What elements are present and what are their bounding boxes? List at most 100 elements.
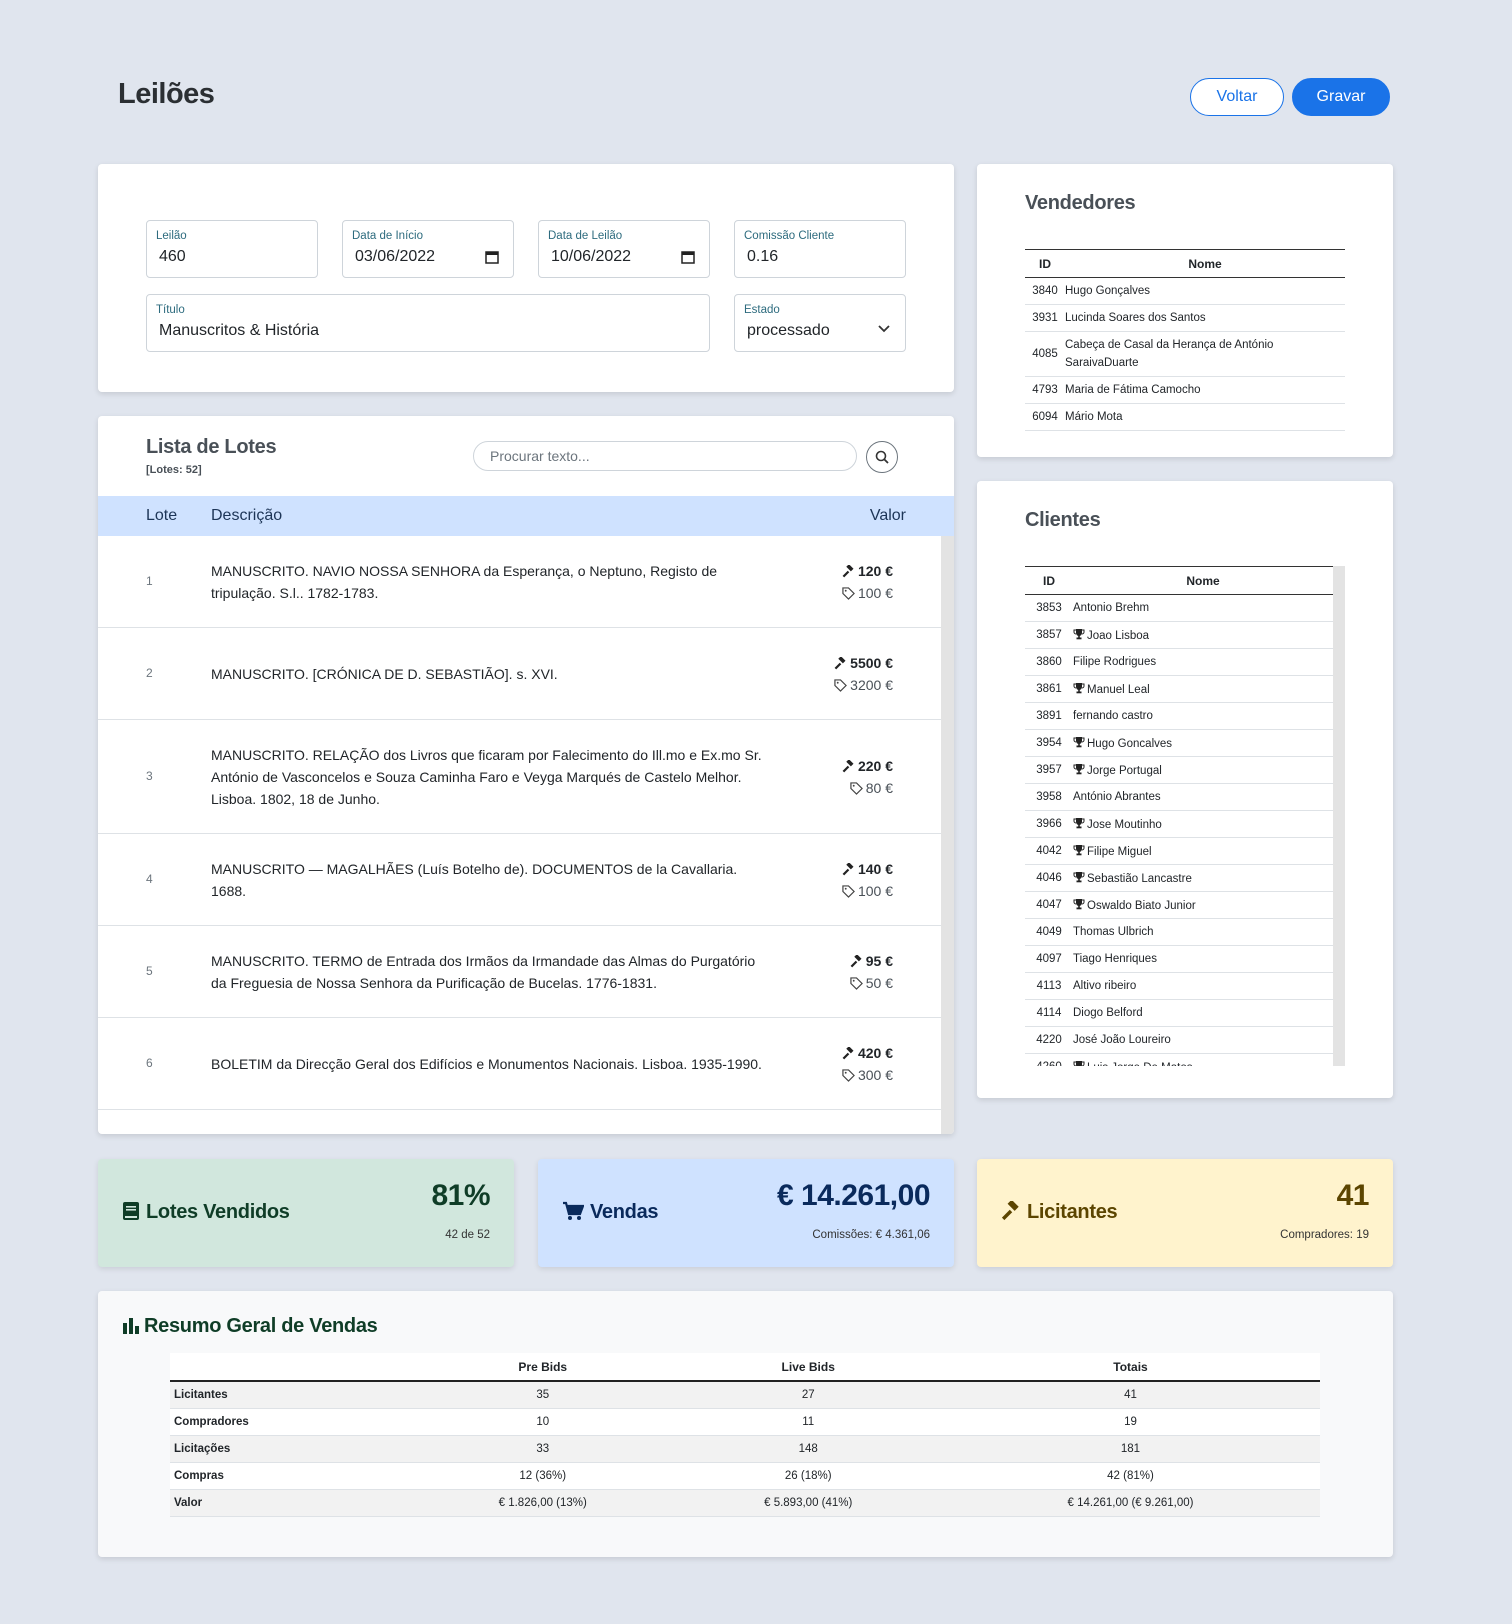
table-row[interactable]: 3853 Antonio Brehm xyxy=(1025,594,1333,622)
comissao-input[interactable] xyxy=(747,248,893,266)
lote-number: 6 xyxy=(146,1056,153,1070)
cliente-id: 4097 xyxy=(1025,945,1073,973)
stat-subtext: Compradores: 19 xyxy=(1280,1229,1369,1241)
cell-total: € 14.261,00 (€ 9.261,00) xyxy=(940,1489,1320,1517)
cliente-nome-cell: Tiago Henriques xyxy=(1073,945,1333,973)
tag-icon xyxy=(842,885,855,898)
data-leilao-field[interactable]: Data de Leilão 10/06/2022 xyxy=(538,220,710,278)
table-row[interactable]: 4113 Altivo ribeiro xyxy=(1025,972,1333,1000)
cliente-id: 3957 xyxy=(1025,756,1073,784)
table-row[interactable]: 1 MANUSCRITO. NAVIO NOSSA SENHORA da Esp… xyxy=(98,536,941,628)
cell-live: € 5.893,00 (41%) xyxy=(675,1489,941,1517)
table-row[interactable]: 3957 Jorge Portugal xyxy=(1025,756,1333,784)
estado-value[interactable]: processado xyxy=(747,322,893,340)
clientes-table-body: 3853 Antonio Brehm 3857 Joao Lisboa 3860 Fili… xyxy=(1025,594,1333,1066)
table-row[interactable]: 4047 Oswaldo Biato Junior xyxy=(1025,891,1333,919)
titulo-field[interactable]: Título xyxy=(146,294,710,352)
cliente-nome-cell: Filipe Rodrigues xyxy=(1073,648,1333,676)
table-row[interactable]: 3840 Hugo Gonçalves xyxy=(1025,277,1345,305)
lotes-scrollbar[interactable] xyxy=(941,536,954,1134)
row-label: Valor xyxy=(170,1489,410,1517)
save-button[interactable]: Gravar xyxy=(1292,78,1390,116)
lote-base-value: 100 € xyxy=(857,883,893,899)
stat-licitantes: Licitantes 41 Compradores: 19 xyxy=(977,1159,1393,1267)
gavel-icon xyxy=(1001,1199,1019,1221)
table-row[interactable]: 3860 Filipe Rodrigues xyxy=(1025,648,1333,676)
table-row[interactable]: 6094 Mário Mota xyxy=(1025,403,1345,431)
lote-values: 5500 € 3200 € xyxy=(834,652,893,696)
estado-select[interactable]: Estado processado xyxy=(734,294,906,352)
table-row[interactable]: 6 BOLETIM da Direcção Geral dos Edifício… xyxy=(98,1018,941,1110)
data-inicio-field[interactable]: Data de Início 03/06/2022 xyxy=(342,220,514,278)
table-row[interactable]: 3958 António Abrantes xyxy=(1025,783,1333,811)
clientes-scrollbar[interactable] xyxy=(1333,566,1345,1066)
lotes-table-body[interactable]: 1 MANUSCRITO. NAVIO NOSSA SENHORA da Esp… xyxy=(98,536,954,1134)
row-label: Licitantes xyxy=(170,1381,410,1409)
cell-total: 181 xyxy=(940,1435,1320,1463)
table-row[interactable]: 4260 Luis Jorge De Matos xyxy=(1025,1053,1333,1066)
stat-label: Licitantes xyxy=(1001,1199,1118,1224)
book-icon xyxy=(123,1202,139,1220)
cell-pre: 33 xyxy=(410,1435,676,1463)
cell-live: 26 (18%) xyxy=(675,1462,941,1490)
lote-values: 220 € 80 € xyxy=(842,755,893,799)
lote-base-value: 50 € xyxy=(865,975,893,991)
header-valor: Valor xyxy=(869,507,906,524)
stat-subtext: 42 de 52 xyxy=(445,1229,490,1241)
table-row: Licitantes 35 27 41 xyxy=(170,1381,1320,1409)
cliente-id: 4114 xyxy=(1025,999,1073,1027)
clientes-table: ID Nome 3853 Antonio Brehm 3857 Joao Lisboa… xyxy=(1025,566,1333,1066)
tag-icon xyxy=(850,977,863,990)
table-row[interactable]: 4085 Cabeça de Casal da Herança de Antóni… xyxy=(1025,331,1345,377)
stat-value: 81% xyxy=(431,1179,490,1212)
lote-bid-value: 220 € xyxy=(857,758,893,774)
lote-number: 4 xyxy=(146,872,153,886)
chevron-down-icon[interactable] xyxy=(877,321,891,335)
data-inicio-input[interactable]: 03/06/2022 xyxy=(355,248,501,266)
cliente-nome: Sebastião Lancastre xyxy=(1087,873,1192,885)
trophy-icon xyxy=(1073,899,1085,910)
back-button[interactable]: Voltar xyxy=(1190,78,1284,116)
table-row[interactable]: 4046 Sebastião Lancastre xyxy=(1025,864,1333,892)
search-input[interactable] xyxy=(473,441,857,471)
stat-label-text: Vendas xyxy=(590,1201,659,1223)
lote-bid-value: 420 € xyxy=(857,1045,893,1061)
leilao-field[interactable]: Leilão xyxy=(146,220,318,278)
clientes-card: Clientes ID Nome 3853 Antonio Brehm 3857 Jo… xyxy=(977,481,1393,1098)
lote-base-value: 300 € xyxy=(857,1067,893,1083)
table-row[interactable]: 4220 José João Loureiro xyxy=(1025,1026,1333,1054)
table-row[interactable]: 3966 Jose Moutinho xyxy=(1025,810,1333,838)
lote-values: 120 € 100 € xyxy=(842,560,893,604)
calendar-icon[interactable] xyxy=(485,250,499,264)
table-row[interactable]: 3931 Lucinda Soares dos Santos xyxy=(1025,304,1345,332)
cliente-id: 3954 xyxy=(1025,729,1073,757)
calendar-icon[interactable] xyxy=(681,250,695,264)
vendedores-title: Vendedores xyxy=(1025,192,1136,214)
table-row[interactable]: 4 MANUSCRITO — MAGALHÃES (Luís Botelho d… xyxy=(98,834,941,926)
table-row[interactable]: 3861 Manuel Leal xyxy=(1025,675,1333,703)
table-row[interactable]: 4049 Thomas Ulbrich xyxy=(1025,918,1333,946)
comissao-label: Comissão Cliente xyxy=(744,230,835,242)
clientes-table-wrap[interactable]: ID Nome 3853 Antonio Brehm 3857 Joao Lisboa… xyxy=(1025,566,1345,1066)
table-row[interactable]: 4042 Filipe Miguel xyxy=(1025,837,1333,865)
titulo-input[interactable] xyxy=(159,322,697,340)
table-row[interactable]: 3 MANUSCRITO. RELAÇÃO dos Livros que fic… xyxy=(98,720,941,834)
table-row[interactable]: 3857 Joao Lisboa xyxy=(1025,621,1333,649)
table-row[interactable]: 3954 Hugo Goncalves xyxy=(1025,729,1333,757)
cell-pre: € 1.826,00 (13%) xyxy=(410,1489,676,1517)
lote-values: 140 € 100 € xyxy=(842,858,893,902)
vendedor-id: 4793 xyxy=(1025,376,1065,404)
vendedor-id: 3840 xyxy=(1025,277,1065,305)
table-row[interactable]: 4793 Maria de Fátima Camocho xyxy=(1025,376,1345,404)
table-row[interactable]: 5 MANUSCRITO. TERMO de Entrada dos Irmão… xyxy=(98,926,941,1018)
table-row[interactable]: 2 MANUSCRITO. [CRÓNICA DE D. SEBASTIÃO].… xyxy=(98,628,941,720)
data-leilao-input[interactable]: 10/06/2022 xyxy=(551,248,697,266)
comissao-field[interactable]: Comissão Cliente xyxy=(734,220,906,278)
table-row[interactable]: 3891 fernando castro xyxy=(1025,702,1333,730)
leilao-input[interactable] xyxy=(159,248,305,266)
table-row[interactable]: 4097 Tiago Henriques xyxy=(1025,945,1333,973)
search-button[interactable] xyxy=(866,441,898,473)
lote-number: 5 xyxy=(146,964,153,978)
gavel-icon xyxy=(850,954,862,968)
table-row[interactable]: 4114 Diogo Belford xyxy=(1025,999,1333,1027)
